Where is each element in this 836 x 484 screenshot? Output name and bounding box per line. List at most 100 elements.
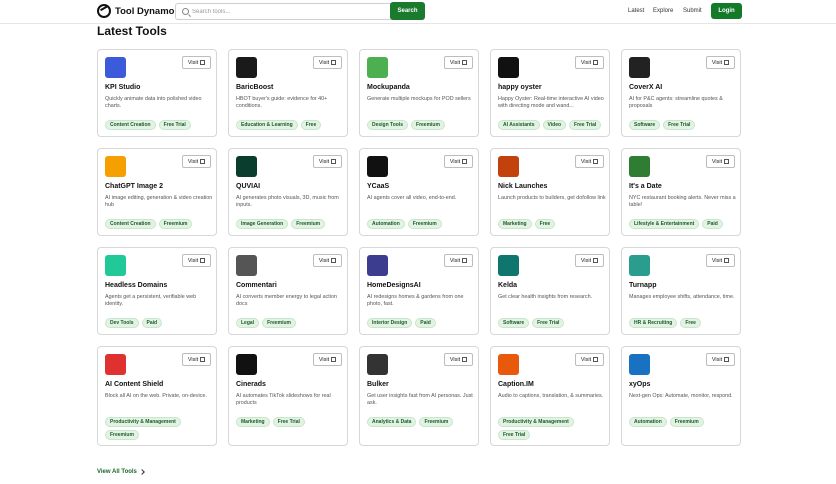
tool-tag[interactable]: Free: [300, 120, 322, 130]
visit-button[interactable]: Visit: [575, 353, 604, 366]
nav-submit[interactable]: Submit: [683, 8, 702, 14]
visit-button[interactable]: Visit: [444, 155, 473, 168]
tool-tag[interactable]: Lifestyle & Entertainment: [629, 219, 700, 229]
tool-tag[interactable]: Analytics & Data: [367, 417, 417, 427]
tool-card[interactable]: Visit happy oyster Happy Oyster: Real-time…: [490, 49, 610, 137]
tool-tag[interactable]: Marketing: [498, 219, 532, 229]
tool-name[interactable]: happy oyster: [498, 84, 542, 91]
tool-card[interactable]: Visit ChatGPT Image 2 AI image editing, ge…: [97, 148, 217, 236]
visit-button[interactable]: Visit: [313, 254, 342, 267]
tool-tag[interactable]: Freemium: [669, 417, 704, 427]
nav-explore[interactable]: Explore: [653, 8, 673, 14]
tool-card[interactable]: Visit Turnapp Manages employee shifts, att…: [621, 247, 741, 335]
tool-tag[interactable]: Marketing: [236, 417, 270, 427]
nav-latest[interactable]: Latest: [628, 8, 644, 14]
tool-card[interactable]: Visit Commentari AI converts member energy…: [228, 247, 348, 335]
tool-tag[interactable]: Interior Design: [367, 318, 413, 328]
tool-card[interactable]: Visit Nick Launches Launch products to bui…: [490, 148, 610, 236]
tool-tag[interactable]: Freemium: [419, 417, 454, 427]
tool-tag[interactable]: Free Trial: [663, 120, 696, 130]
tool-tag[interactable]: Legal: [236, 318, 260, 328]
tool-card[interactable]: Visit HomeDesignsAI AI redesigns homes & g…: [359, 247, 479, 335]
tool-tag[interactable]: Automation: [629, 417, 667, 427]
visit-button[interactable]: Visit: [706, 155, 735, 168]
search-button[interactable]: Search: [390, 2, 425, 20]
visit-button[interactable]: Visit: [706, 56, 735, 69]
tool-tag[interactable]: Freemium: [158, 219, 193, 229]
tool-card[interactable]: Visit YCaaS AI agents cover all video, end…: [359, 148, 479, 236]
tool-tag[interactable]: Freemium: [291, 219, 326, 229]
tool-tag[interactable]: Free Trial: [272, 417, 305, 427]
tool-tag[interactable]: HR & Recruiting: [629, 318, 678, 328]
tool-name[interactable]: KPI Studio: [105, 84, 140, 91]
tool-name[interactable]: Cinerads: [236, 381, 266, 388]
tool-tag[interactable]: Free: [680, 318, 701, 328]
tool-card[interactable]: Visit BaricBoost HBOT buyer's guide: evide…: [228, 49, 348, 137]
tool-tag[interactable]: Productivity & Management: [498, 417, 574, 427]
tool-tag[interactable]: Free Trial: [569, 120, 602, 130]
tool-tag[interactable]: Freemium: [105, 430, 139, 440]
tool-name[interactable]: Bulker: [367, 381, 389, 388]
tool-name[interactable]: Nick Launches: [498, 183, 547, 190]
tool-card[interactable]: Visit KPI Studio Quickly animate data into…: [97, 49, 217, 137]
tool-name[interactable]: Commentari: [236, 282, 277, 289]
tool-name[interactable]: Caption.IM: [498, 381, 534, 388]
tool-card[interactable]: Visit Caption.IM Audio to captions, transl…: [490, 346, 610, 446]
tool-tag[interactable]: Software: [629, 120, 661, 130]
visit-button[interactable]: Visit: [182, 353, 211, 366]
tool-card[interactable]: Visit Headless Domains Agents get a persis…: [97, 247, 217, 335]
visit-button[interactable]: Visit: [182, 56, 211, 69]
tool-name[interactable]: It's a Date: [629, 183, 662, 190]
tool-name[interactable]: Kelda: [498, 282, 517, 289]
visit-button[interactable]: Visit: [575, 155, 604, 168]
tool-name[interactable]: ChatGPT Image 2: [105, 183, 163, 190]
login-button[interactable]: Login: [711, 3, 742, 19]
tool-card[interactable]: Visit AI Content Shield Block all AI on th…: [97, 346, 217, 446]
visit-button[interactable]: Visit: [444, 56, 473, 69]
tool-tag[interactable]: Content Creation: [105, 219, 156, 229]
tool-tag[interactable]: AI Assistants: [498, 120, 540, 130]
tool-name[interactable]: BaricBoost: [236, 84, 273, 91]
tool-tag[interactable]: Free Trial: [498, 430, 531, 440]
visit-button[interactable]: Visit: [182, 254, 211, 267]
tool-name[interactable]: Mockupanda: [367, 84, 410, 91]
tool-card[interactable]: Visit Kelda Get clear health insights from…: [490, 247, 610, 335]
tool-card[interactable]: Visit xyOps Next-gen Ops: Automate, monito…: [621, 346, 741, 446]
visit-button[interactable]: Visit: [706, 353, 735, 366]
visit-button[interactable]: Visit: [575, 254, 604, 267]
visit-button[interactable]: Visit: [313, 353, 342, 366]
tool-name[interactable]: xyOps: [629, 381, 650, 388]
visit-button[interactable]: Visit: [313, 155, 342, 168]
tool-card[interactable]: Visit Bulker Get user insights fast from A…: [359, 346, 479, 446]
tool-tag[interactable]: Freemium: [411, 120, 445, 130]
tool-name[interactable]: QUVIAI: [236, 183, 260, 190]
tool-card[interactable]: Visit CoverX AI AI for P&C agents: streaml…: [621, 49, 741, 137]
tool-card[interactable]: Visit It's a Date NYC restaurant booking a…: [621, 148, 741, 236]
tool-tag[interactable]: Design Tools: [367, 120, 409, 130]
tool-tag[interactable]: Productivity & Management: [105, 417, 181, 427]
tool-tag[interactable]: Paid: [141, 318, 163, 328]
visit-button[interactable]: Visit: [182, 155, 211, 168]
tool-tag[interactable]: Free Trial: [532, 318, 565, 328]
tool-name[interactable]: CoverX AI: [629, 84, 662, 91]
tool-tag[interactable]: Software: [498, 318, 530, 328]
tool-tag[interactable]: Paid: [415, 318, 436, 328]
tool-name[interactable]: HomeDesignsAI: [367, 282, 421, 289]
tool-name[interactable]: YCaaS: [367, 183, 389, 190]
tool-tag[interactable]: Dev Tools: [105, 318, 139, 328]
tool-tag[interactable]: Education & Learning: [236, 120, 298, 130]
tool-name[interactable]: Headless Domains: [105, 282, 167, 289]
tool-tag[interactable]: Free Trial: [158, 120, 191, 130]
tool-tag[interactable]: Automation: [367, 219, 405, 229]
tool-tag[interactable]: Freemium: [262, 318, 296, 328]
tool-tag[interactable]: Content Creation: [105, 120, 156, 130]
tool-tag[interactable]: Video: [542, 120, 567, 130]
tool-tag[interactable]: Image Generation: [236, 219, 289, 229]
tool-tag[interactable]: Freemium: [407, 219, 442, 229]
tool-tag[interactable]: Free: [534, 219, 556, 229]
tool-name[interactable]: AI Content Shield: [105, 381, 163, 388]
visit-button[interactable]: Visit: [706, 254, 735, 267]
visit-button[interactable]: Visit: [444, 254, 473, 267]
tool-name[interactable]: Turnapp: [629, 282, 656, 289]
tool-card[interactable]: Visit Mockupanda Generate multiple mockups…: [359, 49, 479, 137]
